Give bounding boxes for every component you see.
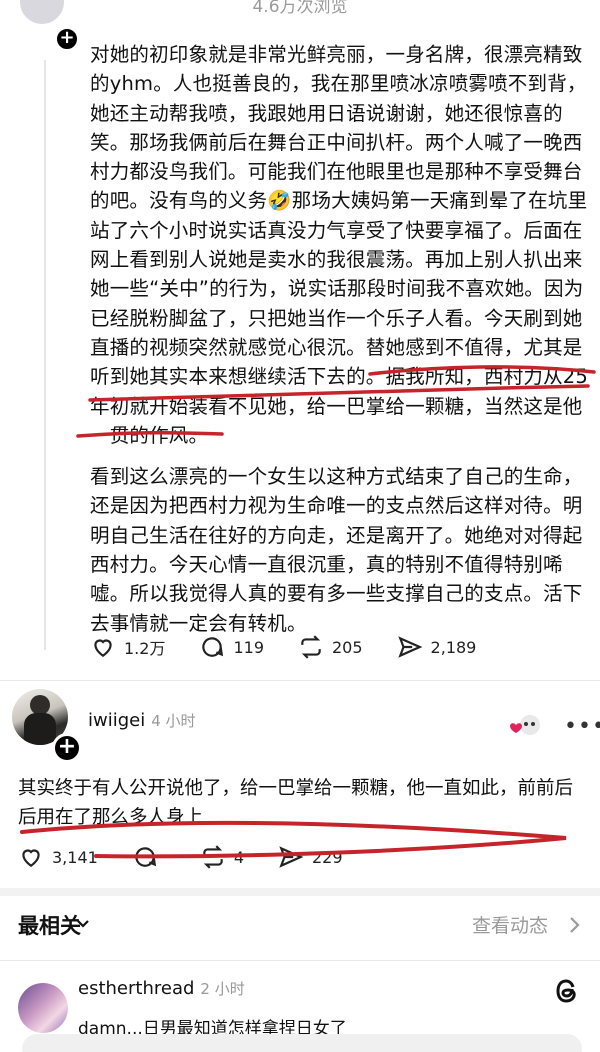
share-button[interactable]: 2,189 xyxy=(397,634,477,660)
username[interactable]: estherthread xyxy=(78,978,194,999)
timestamp: 4 小时 xyxy=(151,712,196,730)
username[interactable]: iwiigei xyxy=(88,710,145,731)
heart-icon xyxy=(94,639,112,657)
comment-button[interactable]: 119 xyxy=(199,634,264,660)
chevron-right-icon[interactable] xyxy=(568,915,582,935)
repost-count: 205 xyxy=(332,637,363,657)
post-paragraph: 对她的初印象就是非常光鲜亮丽，一身名牌，很漂亮精致的yhm。人也挺善良的，我在那… xyxy=(90,43,589,447)
comment-button[interactable] xyxy=(132,844,166,870)
post-actions: 1.2万 119 205 2,189 xyxy=(90,634,510,660)
section-title[interactable]: 最相关 xyxy=(18,910,81,940)
more-dots-icon[interactable]: ••• xyxy=(564,714,600,739)
share-send-icon xyxy=(279,846,304,868)
post-body: 对她的初印象就是非常光鲜亮丽，一身名牌，很漂亮精致的yhm。人也挺善良的，我在那… xyxy=(90,40,590,650)
repost-button[interactable]: 4 xyxy=(200,844,244,870)
repost-icon xyxy=(203,845,223,869)
repost-count: 4 xyxy=(233,847,244,867)
comment-bubble-icon xyxy=(135,847,156,867)
threads-logo-icon xyxy=(552,976,582,1006)
repost-button[interactable]: 205 xyxy=(298,634,363,660)
liked-by-author-icon xyxy=(508,712,542,738)
share-count: 2,189 xyxy=(430,637,477,657)
like-count: 3,141 xyxy=(52,847,98,867)
divider xyxy=(0,960,600,961)
comment-count: 119 xyxy=(233,637,264,657)
comment-header: estherthread 2 小时 xyxy=(78,978,245,999)
like-count: 1.2万 xyxy=(124,639,166,658)
timestamp: 2 小时 xyxy=(200,980,245,998)
section-divider xyxy=(0,888,600,896)
plus-icon[interactable]: + xyxy=(52,733,82,763)
reply-header: iwiigei 4 小时 xyxy=(88,710,196,731)
reply-text: 其实终于有人公开说他了，给一巴掌给一颗糖，他一直如此，前前后后用在了那么多人身上 xyxy=(18,778,574,828)
share-button[interactable]: 229 xyxy=(278,844,343,870)
chevron-down-icon[interactable] xyxy=(76,916,90,930)
reply-actions: 3,141 4 229 xyxy=(18,844,377,870)
heart-icon xyxy=(22,849,40,867)
avatar[interactable] xyxy=(18,983,68,1033)
comment-bubble-icon xyxy=(202,637,224,657)
divider xyxy=(0,680,600,681)
view-activity-link[interactable]: 查看动态 xyxy=(472,911,548,938)
plus-icon[interactable]: + xyxy=(54,26,80,52)
share-send-icon xyxy=(397,636,422,658)
views-count: 4.6万次浏览 xyxy=(252,0,348,17)
thread-line xyxy=(44,60,46,650)
bottom-bar xyxy=(22,1034,582,1052)
like-button[interactable]: 3,141 xyxy=(18,844,98,870)
avatar[interactable] xyxy=(18,0,66,26)
repost-icon xyxy=(301,635,321,659)
post-paragraph: 看到这么漂亮的一个女生以这种方式结束了自己的生命，还是因为把西村力视为生命唯一的… xyxy=(90,465,583,635)
like-button[interactable]: 1.2万 xyxy=(90,634,165,660)
share-count: 229 xyxy=(312,847,343,867)
